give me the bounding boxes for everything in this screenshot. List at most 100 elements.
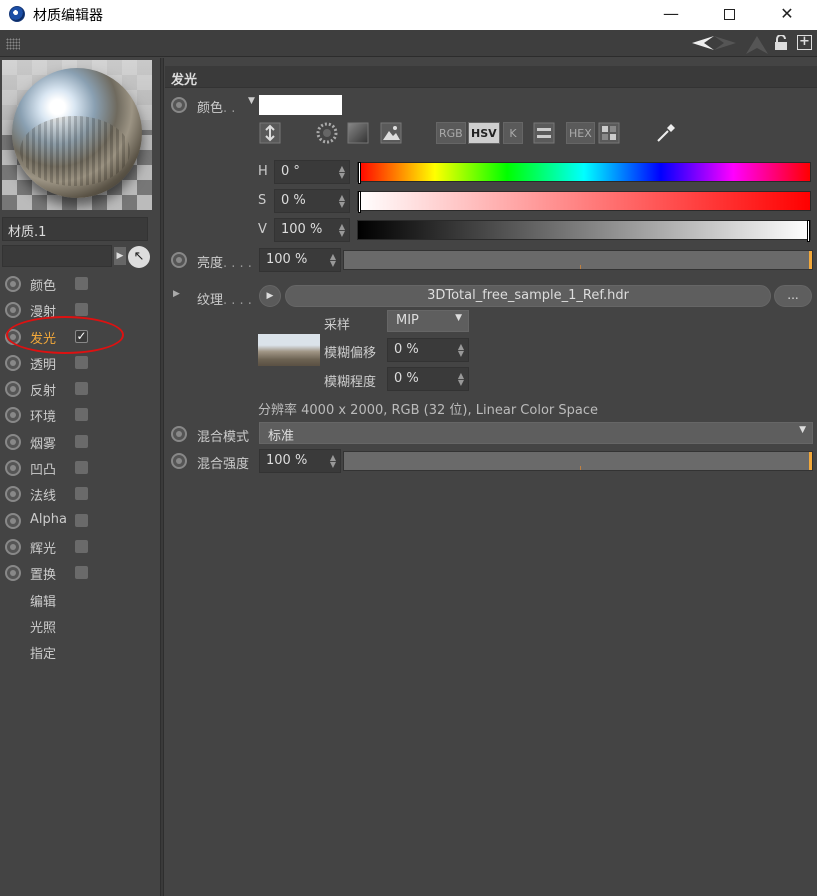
nav-item-assign[interactable]: 指定 (0, 639, 160, 665)
channel-radio[interactable] (5, 538, 21, 555)
spinner-icon[interactable]: ▲ ▼ (458, 372, 464, 387)
channel-checkbox[interactable] (75, 539, 88, 553)
s-field[interactable]: 0 % ▲ ▼ (274, 189, 350, 213)
hue-slider[interactable] (357, 162, 811, 184)
color-anim-radio[interactable] (171, 97, 187, 113)
channel-normal[interactable]: 法线 (0, 481, 160, 507)
color-dropdown-arrow[interactable]: ▼ (248, 96, 255, 106)
mix-mode-anim-radio[interactable] (171, 426, 187, 442)
slider-tick (580, 265, 581, 269)
channel-alpha[interactable]: Alpha (0, 508, 160, 534)
color-swatch[interactable] (259, 95, 342, 115)
slider-marker[interactable] (358, 191, 361, 213)
forward-arrow-icon[interactable] (714, 36, 736, 50)
blur-offset-field[interactable]: 0 % ▲ ▼ (387, 338, 469, 362)
channel-checkbox[interactable] (75, 382, 88, 396)
grip-icon[interactable] (6, 38, 20, 50)
channel-bump[interactable]: 凹凸 (0, 455, 160, 481)
texture-file-button[interactable]: 3DTotal_free_sample_1_Ref.hdr (285, 285, 771, 307)
spinner-icon[interactable]: ▲ ▼ (330, 454, 336, 469)
channel-checkbox[interactable] (75, 566, 88, 580)
material-name-field[interactable]: 材质.1 (2, 217, 148, 241)
spinner-icon[interactable]: ▲ ▼ (339, 223, 345, 238)
channel-transparency[interactable]: 透明 (0, 350, 160, 376)
channel-radio[interactable] (5, 433, 21, 450)
channel-radio[interactable] (5, 354, 21, 371)
link-arrow-button[interactable]: ▶ (114, 247, 126, 265)
mode-kelvin[interactable]: K (503, 122, 523, 144)
spinner-icon[interactable]: ▲ ▼ (339, 165, 345, 180)
channel-radio[interactable] (5, 486, 21, 503)
channel-displacement[interactable]: 置换 (0, 560, 160, 586)
material-preview[interactable] (2, 60, 152, 210)
mode-hex[interactable]: HEX (566, 122, 595, 144)
nav-item-illumination[interactable]: 光照 (0, 613, 160, 639)
channel-checkbox[interactable] (75, 408, 88, 422)
spinner-icon[interactable]: ▲ ▼ (458, 343, 464, 358)
saturation-slider[interactable] (357, 191, 811, 213)
image-picker-icon[interactable] (380, 122, 402, 144)
v-field[interactable]: 100 % ▲ ▼ (274, 218, 350, 242)
mixer-icon[interactable] (533, 122, 555, 144)
back-arrow-icon[interactable] (692, 36, 714, 50)
color-chooser-icon[interactable] (259, 122, 281, 144)
channel-color[interactable]: 颜色 (0, 271, 160, 297)
channel-fog[interactable]: 烟雾 (0, 429, 160, 455)
blur-scale-field[interactable]: 0 % ▲ ▼ (387, 367, 469, 391)
texture-browse-button[interactable]: ... (774, 285, 812, 307)
nav-label: 编辑 (30, 594, 57, 610)
h-field[interactable]: 0 ° ▲ ▼ (274, 160, 350, 184)
channel-checkbox[interactable] (75, 277, 88, 290)
slider-marker[interactable] (807, 220, 810, 242)
channel-glow[interactable]: 辉光 (0, 534, 160, 560)
texture-menu-button[interactable]: ▶ (259, 285, 281, 307)
channel-reflectance[interactable]: 反射 (0, 376, 160, 402)
mix-strength-anim-radio[interactable] (171, 453, 187, 469)
spectrum-icon[interactable] (347, 122, 369, 144)
lock-icon[interactable] (774, 35, 788, 51)
close-button[interactable]: ✕ (764, 0, 810, 30)
mode-hsv[interactable]: HSV (468, 122, 500, 144)
nav-item-edit[interactable]: 编辑 (0, 587, 160, 613)
panel-divider[interactable] (160, 58, 164, 896)
sampling-dropdown[interactable]: MIP ▼ (387, 310, 469, 332)
maximize-button[interactable] (706, 0, 752, 30)
channel-radio[interactable] (5, 276, 21, 292)
channel-radio[interactable] (5, 460, 21, 477)
value-slider[interactable] (357, 220, 811, 242)
brightness-slider[interactable] (343, 250, 813, 270)
chevron-down-icon: ▼ (455, 313, 462, 323)
brightness-anim-radio[interactable] (171, 252, 187, 268)
channel-radio[interactable] (5, 407, 21, 424)
texture-thumbnail[interactable] (258, 334, 320, 366)
spinner-icon[interactable]: ▲ ▼ (339, 194, 345, 209)
label-dots: . . . . (223, 293, 252, 308)
channel-checkbox[interactable] (75, 461, 88, 475)
swatches-icon[interactable] (598, 122, 620, 144)
channel-checkbox[interactable] (75, 487, 88, 501)
mix-mode-dropdown[interactable]: 标准 ▼ (259, 422, 813, 444)
brightness-field[interactable]: 100 % ▲ ▼ (259, 248, 341, 272)
new-window-icon[interactable]: + (797, 35, 812, 50)
mix-strength-slider[interactable] (343, 451, 813, 471)
pick-cursor-button[interactable]: ↖ (128, 246, 150, 268)
eyedropper-icon[interactable] (655, 122, 677, 144)
channel-radio[interactable] (5, 302, 21, 319)
color-wheel-icon[interactable] (316, 122, 338, 144)
up-arrow-icon[interactable] (746, 36, 768, 54)
channel-environment[interactable]: 环境 (0, 402, 160, 428)
material-link-field[interactable] (2, 245, 112, 267)
mode-rgb[interactable]: RGB (436, 122, 466, 144)
mix-strength-field[interactable]: 100 % ▲ ▼ (259, 449, 341, 473)
spinner-icon[interactable]: ▲ ▼ (330, 253, 336, 268)
channel-checkbox[interactable] (75, 355, 88, 369)
texture-expand-icon[interactable]: ▶ (173, 289, 180, 299)
channel-radio[interactable] (5, 381, 21, 398)
channel-checkbox[interactable] (75, 513, 88, 527)
channel-radio[interactable] (5, 565, 21, 582)
channel-checkbox[interactable] (75, 434, 88, 448)
minimize-button[interactable]: — (648, 0, 694, 30)
slider-marker[interactable] (358, 162, 361, 184)
channel-checkbox[interactable] (75, 303, 88, 317)
channel-radio[interactable] (5, 512, 21, 529)
